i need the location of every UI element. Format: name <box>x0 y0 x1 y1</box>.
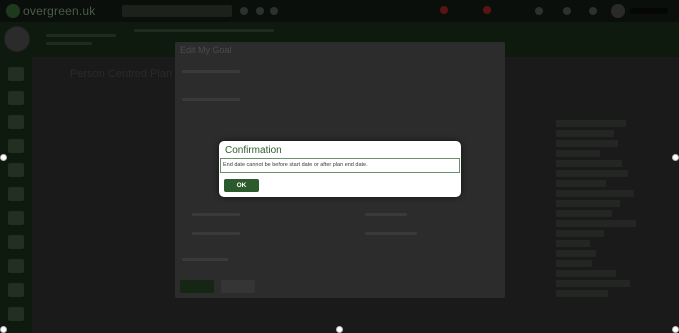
list-item[interactable] <box>556 190 634 197</box>
goal-option-placeholder <box>365 213 407 216</box>
list-item[interactable] <box>556 280 630 287</box>
clipboard-icon[interactable] <box>8 307 24 321</box>
help-icon[interactable] <box>270 7 278 15</box>
list-item[interactable] <box>556 170 628 177</box>
goal-option-placeholder <box>365 232 417 235</box>
resize-handle[interactable] <box>672 154 679 161</box>
header-action-button[interactable] <box>622 27 652 51</box>
heart-icon[interactable] <box>8 139 24 153</box>
document-icon[interactable] <box>8 115 24 129</box>
people-icon[interactable] <box>8 235 24 249</box>
app-logo: overgreen.uk <box>6 4 95 18</box>
notifications-button[interactable] <box>437 6 448 16</box>
goal-field-placeholder <box>182 70 240 73</box>
eye-icon[interactable] <box>8 163 24 177</box>
side-navigation-list <box>556 120 666 300</box>
resize-handle[interactable] <box>0 326 7 333</box>
letter-icon[interactable] <box>8 283 24 297</box>
page-title: Person Centred Plan <box>70 68 173 80</box>
list-item[interactable] <box>556 290 608 297</box>
goal-cancel-button[interactable] <box>221 280 255 293</box>
notification-badge <box>440 6 448 14</box>
goal-date-placeholder <box>182 258 228 261</box>
search-input[interactable] <box>122 5 232 17</box>
logout-icon[interactable] <box>589 7 597 15</box>
user-icon[interactable] <box>563 7 571 15</box>
settings-icon[interactable] <box>535 7 543 15</box>
resize-handle[interactable] <box>672 326 679 333</box>
goal-option-placeholder <box>192 232 240 235</box>
list-item[interactable] <box>556 200 620 207</box>
list-item[interactable] <box>556 220 636 227</box>
left-navigation-rail <box>0 57 32 333</box>
user-avatar[interactable] <box>611 4 625 18</box>
list-item[interactable] <box>556 230 604 237</box>
top-navigation-bar: overgreen.uk <box>0 0 679 22</box>
confirmation-dialog: Confirmation End date cannot be before s… <box>219 141 461 197</box>
resize-handle[interactable] <box>336 326 343 333</box>
goal-field-placeholder <box>182 98 240 101</box>
header-action-button[interactable] <box>558 27 588 51</box>
header-action-button[interactable] <box>590 27 620 51</box>
resize-handle[interactable] <box>0 154 7 161</box>
list-item[interactable] <box>556 150 600 157</box>
messages-button[interactable] <box>480 6 491 16</box>
list-item[interactable] <box>556 240 590 247</box>
search-icon[interactable] <box>240 7 248 15</box>
message-badge <box>483 6 491 14</box>
goal-option-placeholder <box>192 213 240 216</box>
ok-button[interactable]: OK <box>224 179 259 192</box>
list-item[interactable] <box>556 130 614 137</box>
logo-text: overgreen.uk <box>23 4 96 18</box>
list-item[interactable] <box>556 120 626 127</box>
calendar-icon[interactable] <box>8 91 24 105</box>
grid-icon[interactable] <box>256 7 264 15</box>
screen: overgreen.uk Person Centred Plan Edit My… <box>0 0 679 333</box>
edit-goal-dialog-title: Edit My Goal <box>180 45 232 55</box>
header-action-button[interactable] <box>526 27 556 51</box>
redacted-user-name <box>630 8 668 14</box>
header-tabs-placeholder <box>134 29 274 32</box>
person-detail-placeholder <box>46 42 92 45</box>
person-name-placeholder <box>46 34 116 37</box>
person-avatar <box>4 26 30 52</box>
list-item[interactable] <box>556 160 622 167</box>
logo-leaf-icon <box>6 4 20 18</box>
table-icon[interactable] <box>8 211 24 225</box>
report-icon[interactable] <box>8 259 24 273</box>
goal-save-button[interactable] <box>180 280 214 293</box>
list-item[interactable] <box>556 180 606 187</box>
chart-icon[interactable] <box>8 187 24 201</box>
list-item[interactable] <box>556 140 618 147</box>
confirmation-message: End date cannot be before start date or … <box>220 158 460 173</box>
list-item[interactable] <box>556 250 596 257</box>
list-item[interactable] <box>556 260 592 267</box>
home-icon[interactable] <box>8 67 24 81</box>
list-item[interactable] <box>556 210 612 217</box>
list-item[interactable] <box>556 270 616 277</box>
confirmation-title: Confirmation <box>225 145 282 156</box>
